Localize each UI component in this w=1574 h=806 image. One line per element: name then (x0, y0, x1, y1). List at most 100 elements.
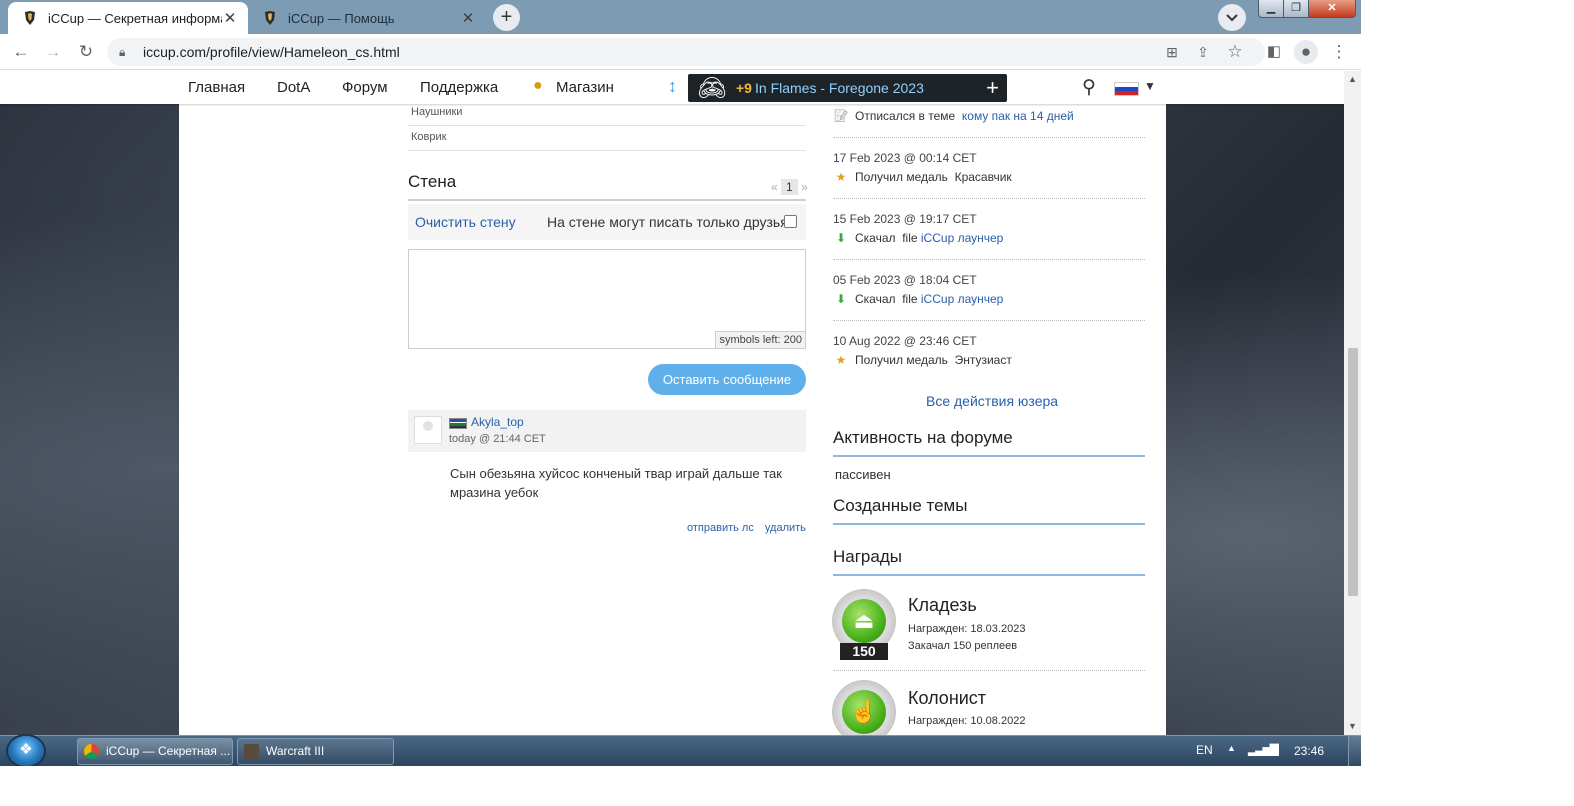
delete-message-link[interactable]: удалить (765, 522, 806, 534)
screen: iCCup — Секретная информаци ✕ iCCup — По… (0, 0, 1361, 766)
tab-close-icon[interactable]: ✕ (222, 9, 238, 27)
award-date: Награжден: 10.08.2022 (908, 715, 1026, 727)
avatar[interactable] (414, 416, 442, 444)
created-topics-title: Созданные темы (833, 496, 968, 515)
browser-tab-strip: iCCup — Секретная информаци ✕ iCCup — По… (0, 0, 1361, 34)
scroll-up-icon[interactable]: ▲ (1348, 74, 1357, 84)
iccup-favicon-icon (25, 11, 35, 25)
activity-date: 10 Aug 2022 @ 23:46 CET (833, 334, 977, 348)
page-viewport: Наушники Коврик Стена « 1 » Очистить сте… (0, 71, 1361, 735)
spec-label: Наушники (411, 106, 463, 118)
pager-next[interactable]: » (801, 180, 808, 194)
chrome-icon (84, 744, 99, 759)
spec-label: Коврик (411, 131, 447, 143)
back-arrow-icon[interactable]: ← (9, 40, 33, 64)
nav-shop[interactable]: Магазин (556, 79, 614, 96)
translate-icon[interactable]: ⊞ (1160, 40, 1184, 64)
nav-support[interactable]: Поддержка (420, 79, 498, 96)
clock[interactable]: 23:46 (1294, 744, 1324, 758)
search-icon[interactable]: ⚲ (1082, 76, 1096, 99)
forward-arrow-icon[interactable]: → (41, 40, 65, 64)
wall-message-input[interactable]: symbols left: 200 (408, 249, 806, 349)
pager-current[interactable]: 1 (781, 179, 798, 195)
activity-item: ⬇ Скачал file iCCup лаунчер (833, 292, 1003, 306)
bookmark-star-icon[interactable]: ☆ (1223, 40, 1247, 64)
activity-date: 17 Feb 2023 @ 00:14 CET (833, 151, 977, 165)
taskbar-item-warcraft[interactable]: Warcraft III (237, 738, 394, 765)
activity-separator (833, 320, 1145, 321)
forum-activity-value: пассивен (835, 467, 891, 482)
download-icon: ⬇ (835, 292, 847, 306)
friends-only-checkbox[interactable] (784, 215, 797, 228)
pager-prev[interactable]: « (771, 180, 778, 194)
browser-tab-iccup-secret[interactable]: iCCup — Секретная информаци ✕ (8, 2, 248, 34)
medal-icon: ★ (835, 170, 847, 184)
activity-item: ★ Получил медаль Красавчик (833, 170, 1012, 184)
browser-tab-iccup-help[interactable]: iCCup — Помощь ✕ (248, 2, 486, 34)
tray-expand-icon[interactable]: ▲ (1227, 743, 1236, 753)
browser-toolbar: ← → ↻ 🔒︎ iccup.com/profile/view/Hameleon… (0, 34, 1361, 70)
reload-icon[interactable]: ↻ (74, 40, 98, 64)
share-icon[interactable]: ⇪ (1191, 40, 1215, 64)
activity-object-link[interactable]: iCCup лаунчер (921, 231, 1003, 245)
activity-object-link[interactable]: iCCup лаунчер (921, 292, 1003, 306)
menu-kebab-icon[interactable]: ⋮ (1327, 40, 1351, 64)
activity-separator (833, 137, 1145, 138)
russia-flag-icon[interactable] (1114, 82, 1139, 96)
activity-date: 05 Feb 2023 @ 18:04 CET (833, 273, 977, 287)
activity-item: 📝︎ Отписался в теме кому пак на 14 дней (833, 109, 1074, 123)
medal-icon: ★ (835, 353, 847, 367)
window-minimize-button[interactable]: ▁ (1258, 0, 1284, 18)
message-actions: отправить лс удалить (687, 522, 814, 534)
start-button[interactable]: ❖ (8, 736, 44, 766)
message-author-link[interactable]: Akyla_top (471, 415, 524, 429)
all-user-actions-link[interactable]: Все действия юзера (926, 393, 1058, 409)
scroll-thumb[interactable] (1348, 348, 1358, 596)
activity-object-link[interactable]: кому пак на 14 дней (962, 109, 1074, 123)
post-message-button[interactable]: Оставить сообщение (648, 364, 806, 395)
nav-forum[interactable]: Форум (342, 79, 388, 96)
url-text: iccup.com/profile/view/Hameleon_cs.html (143, 44, 400, 60)
scroll-down-icon[interactable]: ▼ (1348, 721, 1357, 731)
section-divider (833, 455, 1145, 457)
promo-title: In Flames - Foregone 2023 (755, 80, 924, 96)
window-maximize-button[interactable]: ❐ (1283, 0, 1309, 18)
activity-item: ⬇ Скачал file iCCup лаунчер (833, 231, 1003, 245)
activity-action: Получил медаль (855, 353, 948, 367)
message-text: Сын обезьяна хуйсос конченый твар играй … (450, 466, 782, 500)
tab-close-icon[interactable]: ✕ (460, 9, 476, 27)
profile-content: Наушники Коврик Стена « 1 » Очистить сте… (179, 104, 1166, 735)
language-indicator[interactable]: EN (1196, 743, 1213, 757)
window-close-button[interactable]: ✕ (1308, 0, 1356, 18)
expand-arrows-icon[interactable]: ↕ (668, 76, 677, 97)
nav-dota[interactable]: DotA (277, 79, 310, 96)
profile-avatar-icon[interactable]: ● (1294, 40, 1318, 64)
network-signal-icon[interactable]: ▂▃▅▇ (1248, 742, 1279, 756)
activity-action: Отписался в теме (855, 109, 956, 123)
new-tab-button[interactable]: + (493, 4, 520, 31)
taskbar-item-chrome[interactable]: iCCup — Секретная ... (77, 738, 233, 765)
upload-icon: ⏏ (842, 599, 886, 643)
award-badge: ☝ (834, 682, 894, 735)
activity-object: Энтузиаст (954, 353, 1012, 367)
clear-wall-link[interactable]: Очистить стену (415, 204, 516, 240)
activity-object-prefix: file (902, 231, 918, 245)
show-desktop-button[interactable] (1348, 736, 1361, 766)
taskbar-item-title: iCCup — Секретная ... (106, 744, 231, 758)
download-icon: ⬇ (835, 231, 847, 245)
hand-cursor-icon: ☝ (842, 690, 886, 734)
award-count: 150 (840, 643, 888, 660)
address-bar[interactable]: 🔒︎ iccup.com/profile/view/Hameleon_cs.ht… (107, 38, 1265, 66)
plus-icon[interactable]: + (986, 74, 999, 102)
side-panel-icon[interactable]: ◧ (1262, 40, 1286, 64)
music-promo-bar[interactable]: 🙈︎ +9 In Flames - Foregone 2023 + (688, 74, 1007, 102)
post-icon: 📝︎ (833, 109, 849, 123)
activity-action: Скачал (855, 292, 896, 306)
chevron-down-icon[interactable]: ▼ (1144, 79, 1156, 93)
page-scrollbar[interactable]: ▲ ▼ (1344, 71, 1361, 735)
award-description: Закачал 150 реплеев (908, 640, 1018, 652)
nav-home[interactable]: Главная (188, 79, 245, 96)
send-pm-link[interactable]: отправить лс (687, 522, 754, 534)
wall-divider (408, 199, 806, 201)
tab-search-button[interactable] (1218, 4, 1246, 31)
